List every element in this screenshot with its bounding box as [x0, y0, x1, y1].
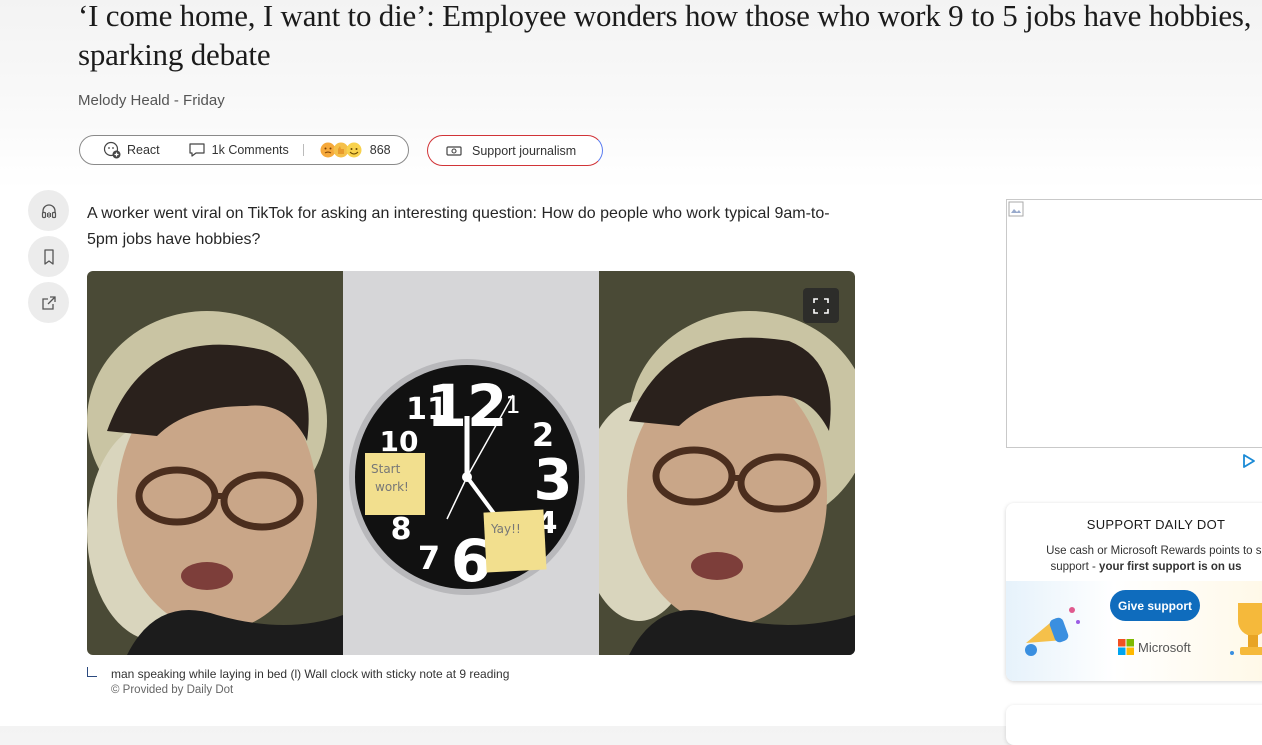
support-label: Support journalism — [472, 143, 577, 158]
engagement-bar: React 1k Comments 868 — [79, 135, 409, 165]
byline[interactable]: Melody Heald - Friday — [78, 92, 225, 109]
microsoft-label: Microsoft — [1138, 639, 1191, 655]
save-button[interactable] — [28, 236, 69, 277]
support-desc-bold: your first support is on us — [1099, 561, 1242, 573]
support-journalism-button[interactable]: Support journalism — [427, 135, 603, 166]
sticky-note-left: Start — [371, 462, 401, 476]
image-credit: © Provided by Daily Dot — [111, 684, 234, 696]
react-label: React — [127, 143, 160, 157]
support-desc-line1: Use cash or Microsoft Rewards points to … — [1046, 545, 1262, 557]
image-panel-clock: 12 11 1 2 3 4 6 7 8 10 Start work! Yay!! — [343, 271, 599, 655]
react-button[interactable]: React — [103, 141, 160, 159]
support-desc-line2: support - your first support is on us — [1010, 559, 1262, 575]
article-image[interactable]: 12 11 1 2 3 4 6 7 8 10 Start work! Yay!! — [87, 271, 855, 655]
money-icon — [446, 145, 462, 156]
share-button[interactable] — [28, 282, 69, 323]
side-rail — [28, 190, 69, 328]
support-desc-prefix: support - — [1050, 561, 1100, 573]
adchoices-icon — [1243, 454, 1255, 468]
image-panel-right — [599, 271, 855, 655]
bookmark-icon — [43, 248, 54, 265]
reactions-summary[interactable]: 868 — [320, 141, 391, 159]
sidebar-card-next — [1006, 705, 1262, 745]
support-title: SUPPORT DAILY DOT — [1086, 517, 1226, 532]
sticky-note-right: Yay!! — [490, 522, 521, 536]
comments-button[interactable]: 1k Comments — [188, 142, 289, 158]
image-panel-left — [87, 271, 343, 655]
clock-number: 11 — [406, 392, 448, 427]
react-icon — [103, 141, 121, 159]
microsoft-logo: Microsoft — [1118, 639, 1191, 655]
comment-icon — [189, 143, 205, 157]
share-icon — [41, 295, 56, 310]
caption-marker — [87, 667, 97, 677]
adchoices-button[interactable] — [1242, 454, 1256, 473]
caption-text: man speaking while laying in bed (l) Wal… — [111, 667, 510, 681]
clock-number: 3 — [534, 448, 573, 513]
broken-image-icon — [1008, 201, 1024, 217]
expand-icon — [813, 297, 829, 314]
article-lead-paragraph: A worker went viral on TikTok for asking… — [87, 205, 830, 248]
support-description: Use cash or Microsoft Rewards points to … — [1032, 543, 1262, 575]
comments-label: 1k Comments — [211, 143, 289, 157]
listen-button[interactable] — [28, 190, 69, 231]
divider — [302, 144, 304, 156]
microsoft-icon — [1118, 639, 1134, 655]
trophy-icon — [1230, 603, 1262, 655]
fullscreen-button[interactable] — [803, 288, 839, 323]
headphones-icon — [41, 203, 56, 218]
megaphone-icon — [1025, 607, 1080, 656]
give-support-button[interactable]: Give support — [1110, 590, 1200, 621]
ad-slot[interactable] — [1006, 199, 1262, 448]
reaction-emojis-icon — [320, 142, 362, 158]
reactions-count: 868 — [369, 143, 391, 157]
clock-number: 7 — [418, 539, 440, 577]
sticky-note-left: work! — [375, 480, 409, 494]
support-card: SUPPORT DAILY DOT Use cash or Microsoft … — [1006, 503, 1262, 681]
article-headline: ‘I come home, I want to die’: Employee w… — [78, 0, 1252, 72]
clock-number: 8 — [391, 512, 412, 547]
